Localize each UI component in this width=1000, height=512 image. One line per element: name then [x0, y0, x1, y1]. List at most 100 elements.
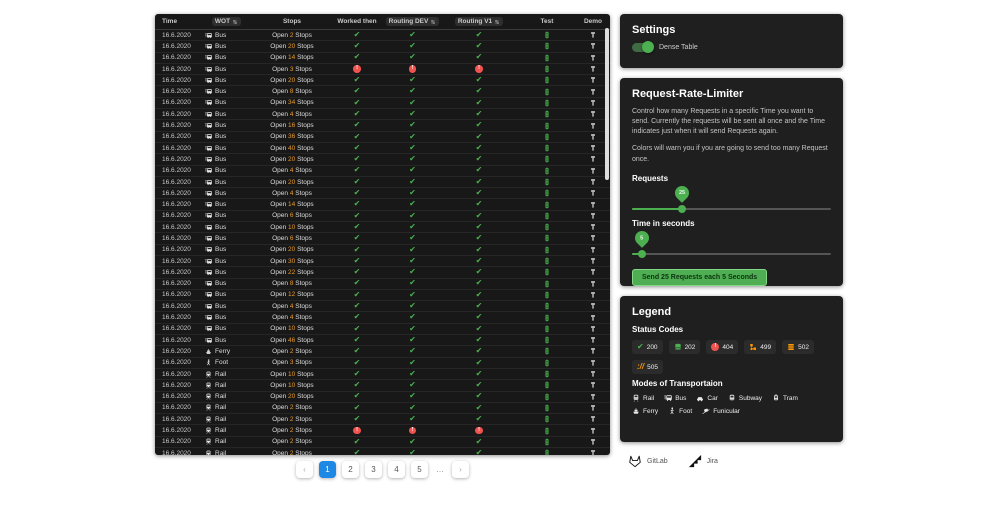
traffic-light-icon[interactable] [543, 31, 551, 39]
gavel-icon[interactable] [589, 54, 597, 62]
cell-time: 16.6.2020 [155, 450, 198, 455]
pagination-page-button[interactable]: 1 [319, 461, 336, 478]
gavel-icon[interactable] [589, 133, 597, 141]
gavel-icon[interactable] [589, 359, 597, 367]
gavel-icon[interactable] [589, 246, 597, 254]
traffic-light-icon[interactable] [543, 280, 551, 288]
gavel-icon[interactable] [589, 167, 597, 175]
gavel-icon[interactable] [589, 404, 597, 412]
traffic-light-icon[interactable] [543, 404, 551, 412]
gavel-icon[interactable] [589, 347, 597, 355]
traffic-light-icon[interactable] [543, 438, 551, 446]
traffic-light-icon[interactable] [543, 155, 551, 163]
traffic-light-icon[interactable] [543, 449, 551, 455]
gavel-icon[interactable] [589, 291, 597, 299]
gavel-icon[interactable] [589, 393, 597, 401]
gavel-icon[interactable] [589, 427, 597, 435]
traffic-light-icon[interactable] [543, 257, 551, 265]
gavel-icon[interactable] [589, 325, 597, 333]
table-row: 16.6.2020 Bus Open 34 Stops ✔! ✔! ✔! [155, 98, 610, 109]
traffic-light-icon[interactable] [543, 189, 551, 197]
traffic-light-icon[interactable] [543, 325, 551, 333]
pagination-page-button[interactable]: 4 [388, 461, 405, 478]
gavel-icon[interactable] [589, 336, 597, 344]
traffic-light-icon[interactable] [543, 144, 551, 152]
gavel-icon[interactable] [589, 234, 597, 242]
traffic-light-icon[interactable] [543, 359, 551, 367]
gavel-icon[interactable] [589, 212, 597, 220]
gavel-icon[interactable] [589, 99, 597, 107]
traffic-light-icon[interactable] [543, 99, 551, 107]
traffic-light-icon[interactable] [543, 302, 551, 310]
gavel-icon[interactable] [589, 438, 597, 446]
mode-icon-use [207, 405, 211, 411]
traffic-light-icon[interactable] [543, 167, 551, 175]
gavel-icon[interactable] [589, 381, 597, 389]
traffic-light-icon[interactable] [543, 291, 551, 299]
send-requests-button[interactable]: Send 25 Requests each 5 Seconds [632, 269, 767, 286]
dense-table-toggle[interactable] [632, 43, 652, 52]
gavel-icon[interactable] [589, 370, 597, 378]
traffic-light-icon[interactable] [543, 133, 551, 141]
traffic-light-icon[interactable] [543, 65, 551, 73]
traffic-light-icon[interactable] [543, 246, 551, 254]
gavel-icon[interactable] [589, 155, 597, 163]
gavel-icon[interactable] [589, 144, 597, 152]
jira-link[interactable]: Jira [688, 454, 718, 468]
traffic-light-icon[interactable] [543, 314, 551, 322]
gavel-icon[interactable] [589, 268, 597, 276]
traffic-light-icon[interactable] [543, 268, 551, 276]
gavel-icon[interactable] [589, 65, 597, 73]
traffic-light-icon[interactable] [543, 122, 551, 130]
gavel-icon[interactable] [589, 189, 597, 197]
traffic-light-icon[interactable] [543, 347, 551, 355]
slider-thumb[interactable] [638, 250, 646, 258]
gavel-icon[interactable] [589, 88, 597, 96]
gavel-icon[interactable] [589, 110, 597, 118]
traffic-light-icon[interactable] [543, 234, 551, 242]
traffic-light-icon[interactable] [543, 88, 551, 96]
traffic-light-icon[interactable] [543, 427, 551, 435]
traffic-light-icon[interactable] [543, 212, 551, 220]
gavel-icon[interactable] [589, 76, 597, 84]
gavel-icon[interactable] [589, 201, 597, 209]
traffic-light-icon[interactable] [543, 110, 551, 118]
pagination-prev-button[interactable]: ‹ [296, 461, 313, 478]
gavel-icon[interactable] [589, 314, 597, 322]
gavel-icon[interactable] [589, 178, 597, 186]
gavel-icon[interactable] [589, 280, 597, 288]
gavel-icon[interactable] [589, 302, 597, 310]
time-slider[interactable]: 5 [632, 229, 831, 263]
table-scrollbar-thumb[interactable] [605, 28, 609, 180]
gavel-icon[interactable] [589, 31, 597, 39]
request-rate-limiter-panel: Request-Rate-Limiter Control how many Re… [620, 78, 843, 286]
sort-button-wot[interactable]: WOT [212, 17, 241, 26]
gavel-icon[interactable] [589, 223, 597, 231]
traffic-light-icon[interactable] [543, 201, 551, 209]
gavel-icon[interactable] [589, 122, 597, 130]
gavel-icon[interactable] [589, 257, 597, 265]
traffic-light-icon[interactable] [543, 76, 551, 84]
gavel-icon[interactable] [589, 449, 597, 455]
sort-button-routing-dev[interactable]: Routing DEV [386, 17, 440, 26]
traffic-light-icon[interactable] [543, 393, 551, 401]
pagination-page-button[interactable]: 2 [342, 461, 359, 478]
traffic-light-icon[interactable] [543, 42, 551, 50]
slider-track[interactable] [632, 253, 831, 255]
traffic-light-icon[interactable] [543, 381, 551, 389]
gavel-icon[interactable] [589, 415, 597, 423]
traffic-light-icon[interactable] [543, 223, 551, 231]
requests-slider[interactable]: 25 [632, 184, 831, 218]
traffic-light-icon[interactable] [543, 178, 551, 186]
gitlab-link[interactable]: GitLab [628, 454, 668, 468]
traffic-light-icon[interactable] [543, 54, 551, 62]
slider-thumb[interactable] [678, 205, 686, 213]
pagination-next-button[interactable]: › [452, 461, 469, 478]
traffic-light-icon[interactable] [543, 336, 551, 344]
pagination-page-button[interactable]: 5 [411, 461, 428, 478]
sort-button-routing-v1[interactable]: Routing V1 [455, 17, 503, 26]
traffic-light-icon[interactable] [543, 370, 551, 378]
gavel-icon[interactable] [589, 42, 597, 50]
traffic-light-icon[interactable] [543, 415, 551, 423]
pagination-page-button[interactable]: 3 [365, 461, 382, 478]
